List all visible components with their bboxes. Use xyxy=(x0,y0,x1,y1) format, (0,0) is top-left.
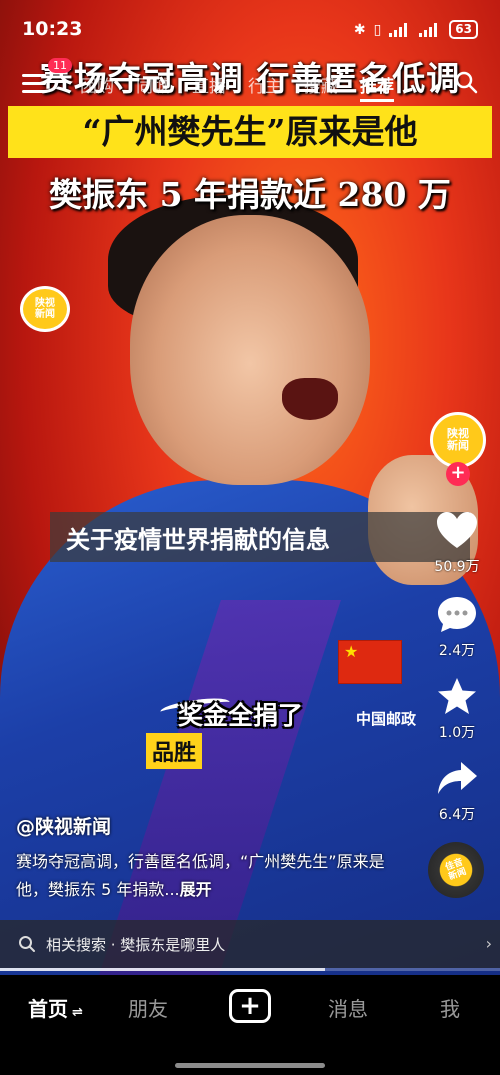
video-caption: 奖金全捐了 xyxy=(178,701,304,730)
share-button[interactable]: 6.4万 xyxy=(426,758,488,824)
feed-tabs: 团购 同城 直播 行主 搜藏 推荐 xyxy=(80,72,394,102)
china-flag-icon: ★ xyxy=(338,640,402,684)
tab-recommend[interactable]: 推荐 xyxy=(360,72,394,102)
comment-icon xyxy=(438,597,476,632)
video-headline-2: “广州樊先生”原来是他 xyxy=(8,106,492,158)
tab-group-buy[interactable]: 团购 xyxy=(80,72,114,102)
favorite-button[interactable]: 1.0万 xyxy=(426,676,488,742)
search-icon xyxy=(19,936,35,952)
notification-badge: 11 xyxy=(48,58,72,73)
create-button[interactable]: + xyxy=(229,989,271,1023)
expand-link[interactable]: 展开 xyxy=(180,880,212,899)
status-bar: 10:23 ✱ ▯ 63 xyxy=(0,0,500,58)
channel-watermark: 陕视 新闻 xyxy=(20,286,70,332)
like-button[interactable]: 50.9万 xyxy=(426,510,488,576)
comment-count: 2.4万 xyxy=(438,643,476,659)
star-icon xyxy=(438,678,476,714)
vibrate-icon: ▯ xyxy=(373,21,382,38)
bottom-nav: 首页 ⇌ 朋友 + 消息 我 xyxy=(0,975,500,1075)
progress-fill xyxy=(0,968,325,971)
avatar-text: 陕视 新闻 xyxy=(447,427,469,452)
battery-icon: 63 xyxy=(449,20,478,39)
author-name[interactable]: @陕视新闻 xyxy=(16,812,111,839)
status-time: 10:23 xyxy=(22,18,83,40)
signal-icon xyxy=(389,22,408,37)
refresh-icon: ⇌ xyxy=(72,1005,83,1020)
plus-icon: + xyxy=(239,991,261,1021)
video-headline-3: 樊振东 5 年捐款近 280 万 xyxy=(49,175,451,214)
tab-nearby[interactable]: 同城 xyxy=(136,72,170,102)
share-icon xyxy=(438,762,477,794)
author-avatar[interactable]: 陕视 新闻 xyxy=(430,412,486,468)
share-count: 6.4万 xyxy=(438,807,476,823)
like-count: 50.9万 xyxy=(434,559,480,575)
sponsor-logo: 中国邮政 xyxy=(356,710,417,728)
menu-icon[interactable] xyxy=(22,74,46,94)
nav-friends[interactable]: 朋友 xyxy=(128,993,168,1022)
bluetooth-icon: ✱ xyxy=(353,21,366,38)
watermark-text: 陕视 新闻 xyxy=(35,298,55,320)
tab-live[interactable]: 直播 xyxy=(192,72,226,102)
favorite-count: 1.0万 xyxy=(438,725,476,741)
music-disc[interactable]: 佳音 新闻 xyxy=(428,842,484,898)
follow-button[interactable]: + xyxy=(446,462,470,486)
post-description[interactable]: 赛场夺冠高调，行善匿名低调，“广州樊先生”原来是他，樊振东 5 年捐款...展开 xyxy=(16,848,411,904)
search-icon[interactable] xyxy=(454,70,478,94)
player-face xyxy=(130,215,370,485)
top-nav: 11 团购 同城 直播 行主 搜藏 推荐 xyxy=(0,58,500,102)
related-search-text: 相关搜索 · 樊振东是哪里人 xyxy=(46,935,226,954)
nav-home-label: 首页 xyxy=(28,997,68,1021)
nav-messages[interactable]: 消息 xyxy=(328,993,368,1022)
comment-button[interactable]: 2.4万 xyxy=(426,594,488,660)
music-disc-text: 佳音 新闻 xyxy=(444,857,468,883)
article-title: 关于疫情世界捐献的信息 xyxy=(66,525,330,554)
tab-follow[interactable]: 行主 xyxy=(248,72,282,102)
chevron-right-icon: › xyxy=(485,934,492,953)
nav-me[interactable]: 我 xyxy=(440,993,460,1022)
status-icons: ✱ ▯ 63 xyxy=(354,20,478,39)
video-caption-label: 品胜 xyxy=(146,733,203,769)
related-search-bar[interactable]: 相关搜索 · 樊振东是哪里人 › xyxy=(0,920,500,968)
heart-icon xyxy=(437,512,477,548)
home-indicator xyxy=(175,1063,325,1068)
player-mouth xyxy=(282,378,338,420)
article-banner[interactable]: 关于疫情世界捐献的信息 xyxy=(50,512,470,562)
signal-icon xyxy=(419,22,438,37)
nav-home[interactable]: 首页 ⇌ xyxy=(28,993,83,1022)
video-progress-bar[interactable] xyxy=(0,968,500,971)
tab-collect[interactable]: 搜藏 xyxy=(304,72,338,102)
